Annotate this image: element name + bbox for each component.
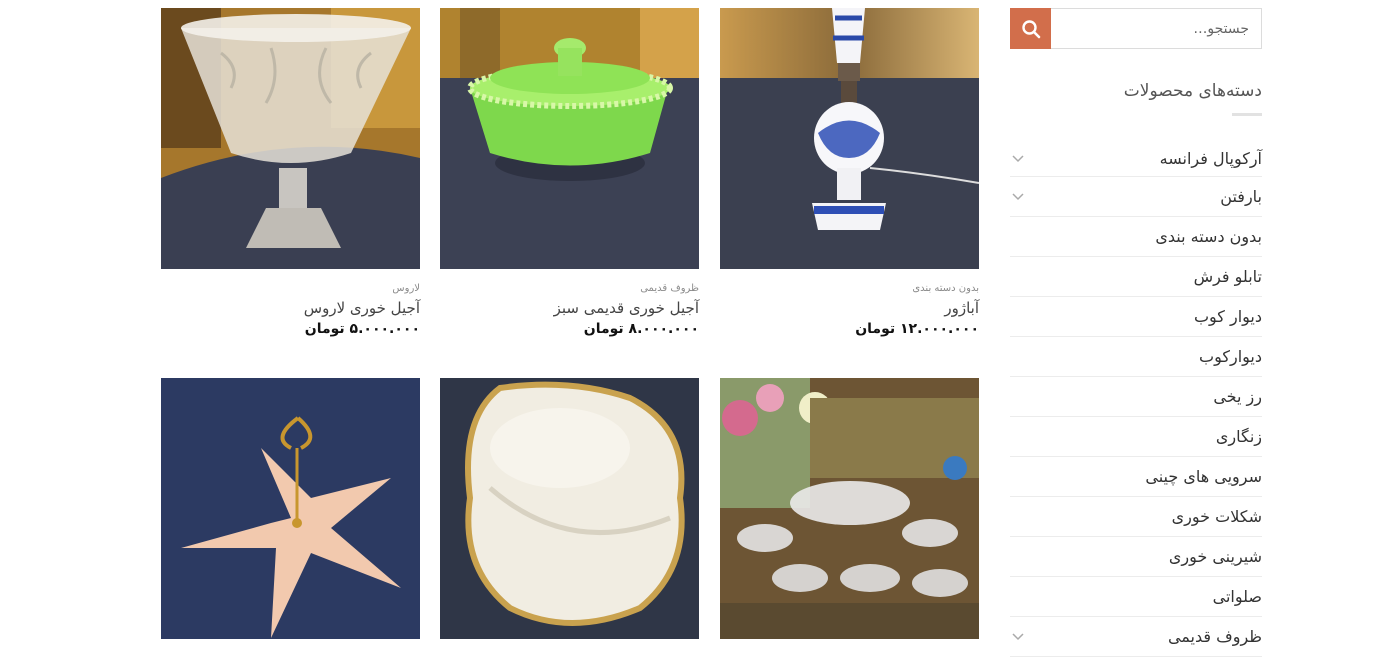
product-title[interactable]: آجیل خوری قدیمی سبز — [440, 297, 699, 319]
title-divider — [1232, 113, 1262, 116]
search-icon — [1021, 19, 1041, 39]
product-image-lamp[interactable] — [720, 8, 979, 269]
category-list: آرکوپال فرانسه بارفتن بدون دسته بندی تاب… — [1010, 136, 1262, 657]
category-label[interactable]: تابلو فرش — [1194, 267, 1262, 286]
category-item[interactable]: آرکوپال فرانسه — [1010, 141, 1262, 177]
category-item[interactable]: دیوار کوب — [1010, 297, 1262, 337]
product-image-star-dish[interactable] — [161, 378, 420, 639]
product-image-milk-dish[interactable] — [440, 378, 699, 639]
category-item[interactable]: زنگاری — [1010, 417, 1262, 457]
product-title[interactable]: آباژور — [720, 297, 979, 319]
product-image-crystal-bowl[interactable] — [161, 8, 420, 269]
product-price: ۵.۰۰۰.۰۰۰ تومان — [304, 321, 420, 337]
chevron-down-icon[interactable] — [1010, 629, 1026, 645]
product-category[interactable]: لاروس — [161, 281, 420, 297]
search-button[interactable] — [1010, 8, 1051, 49]
product-image-green-bowl[interactable] — [440, 8, 699, 269]
category-label[interactable]: بدون دسته بندی — [1155, 227, 1262, 246]
category-label[interactable]: صلواتی — [1213, 587, 1262, 606]
category-label[interactable]: شکلات خوری — [1172, 507, 1262, 526]
product-card-crystal-bowl[interactable]: لاروس آجیل خوری لاروس ۵.۰۰۰.۰۰۰ تومان — [161, 8, 420, 339]
product-title[interactable]: آجیل خوری لاروس — [161, 297, 420, 319]
product-card-milk-dish[interactable] — [440, 378, 699, 639]
product-card-crystal-glasses[interactable] — [720, 378, 979, 639]
category-item[interactable]: شیرینی خوری — [1010, 537, 1262, 577]
category-item[interactable]: بارفتن — [1010, 177, 1262, 217]
category-label[interactable]: آرکوپال فرانسه — [1160, 149, 1262, 168]
category-label[interactable]: شیرینی خوری — [1169, 547, 1262, 566]
category-item[interactable]: بدون دسته بندی — [1010, 217, 1262, 257]
category-label[interactable]: دیوارکوب — [1199, 347, 1262, 366]
category-item[interactable]: دیوارکوب — [1010, 337, 1262, 377]
category-item[interactable]: تابلو فرش — [1010, 257, 1262, 297]
product-category[interactable]: ظروف قدیمی — [440, 281, 699, 297]
widget-title: دسته‌های محصولات — [1123, 81, 1262, 101]
category-label[interactable]: زنگاری — [1216, 427, 1262, 446]
product-category[interactable]: بدون دسته بندی — [720, 281, 979, 297]
category-item[interactable]: سرویی های چینی — [1010, 457, 1262, 497]
chevron-down-icon[interactable] — [1010, 151, 1026, 167]
category-label[interactable]: ظروف قدیمی — [1168, 627, 1262, 646]
search-input[interactable] — [1051, 8, 1262, 49]
category-label[interactable]: دیوار کوب — [1194, 307, 1262, 326]
category-item[interactable]: ظروف قدیمی — [1010, 617, 1262, 657]
category-label[interactable]: سرویی های چینی — [1145, 467, 1262, 486]
sidebar: دسته‌های محصولات آرکوپال فرانسه بارفتن ب… — [1010, 8, 1262, 657]
product-card-star-dish[interactable] — [161, 378, 420, 639]
chevron-down-icon[interactable] — [1010, 189, 1026, 205]
product-price: ۱۲.۰۰۰.۰۰۰ تومان — [855, 321, 979, 337]
category-item[interactable]: شکلات خوری — [1010, 497, 1262, 537]
product-price: ۸.۰۰۰.۰۰۰ تومان — [583, 321, 699, 337]
category-item[interactable]: صلواتی — [1010, 577, 1262, 617]
category-item[interactable]: رز یخی — [1010, 377, 1262, 417]
search-form — [1010, 8, 1262, 49]
category-label[interactable]: بارفتن — [1220, 187, 1262, 206]
product-card-green-bowl[interactable]: ظروف قدیمی آجیل خوری قدیمی سبز ۸.۰۰۰.۰۰۰… — [440, 8, 699, 339]
category-label[interactable]: رز یخی — [1213, 387, 1262, 406]
product-image-crystal-glasses[interactable] — [720, 378, 979, 639]
product-card-lamp[interactable]: بدون دسته بندی آباژور ۱۲.۰۰۰.۰۰۰ تومان — [720, 8, 979, 339]
